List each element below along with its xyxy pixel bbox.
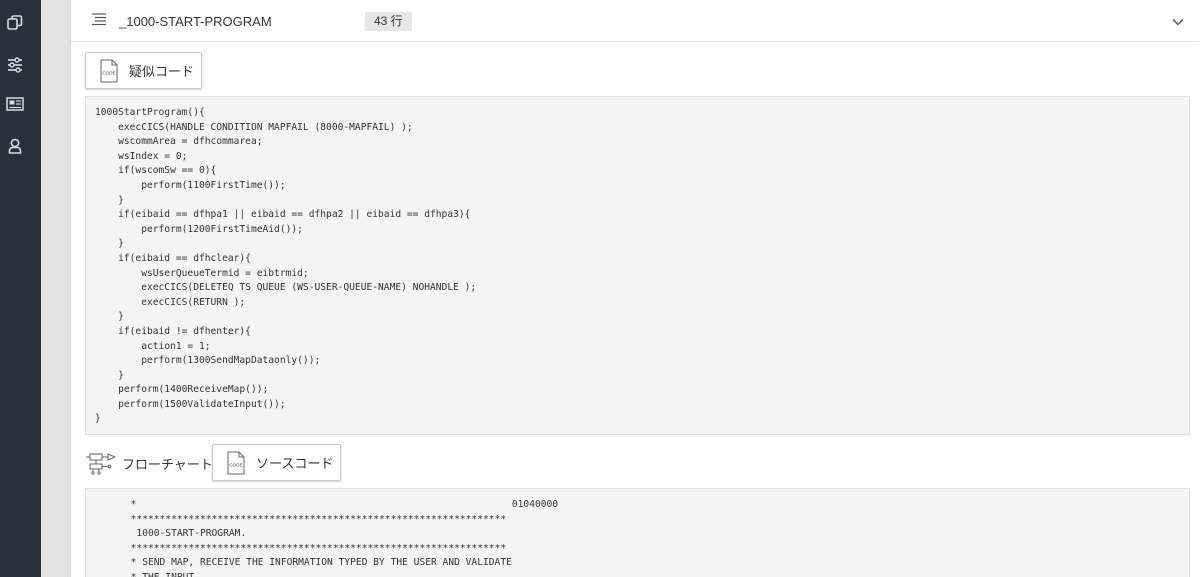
source-code-label: ソースコード [256, 457, 334, 472]
code-line: * SEND MAP, RECEIVE THE INFORMATION TYPE… [96, 557, 512, 569]
code-line: * 01040000 [96, 499, 559, 510]
code-line: * THE INPUT [96, 572, 195, 577]
code-line: 1000StartProgram(){ [95, 107, 205, 118]
code-icon-text: CODE [102, 70, 115, 75]
flowchart-icon [86, 453, 117, 475]
code-line: if(eibaid == dfhclear){ [95, 252, 251, 264]
section-title: _1000-START-PROGRAM [119, 14, 272, 29]
program-section-panel: _1000-START-PROGRAM 43 行 CODE 疑似コード 1000… [70, 0, 1200, 577]
code-line: if(wscomSw == 0){ [95, 165, 217, 177]
code-line: perform(1300SendMapDataonly()); [95, 355, 321, 367]
section-header[interactable]: _1000-START-PROGRAM 43 行 [71, 0, 1199, 42]
source-code-block: * 01040000 *****************************… [85, 488, 1190, 577]
code-line: wsUserQueueTermid = eibtrmid; [95, 267, 309, 279]
code-line: wsIndex = 0; [95, 150, 188, 162]
code-line: wscommArea = dfhcommarea; [95, 136, 263, 148]
code-line: ****************************************… [96, 513, 507, 525]
pseudo-code-button[interactable]: CODE 疑似コード [85, 52, 202, 89]
pseudo-code-text: 1000StartProgram(){ execCICS(HANDLE COND… [95, 106, 1189, 427]
line-count-badge: 43 行 [365, 12, 412, 31]
left-nav-sidebar [0, 0, 41, 577]
code-line: ****************************************… [96, 542, 507, 554]
code-line: execCICS(HANDLE CONDITION MAPFAIL (8000-… [95, 121, 413, 133]
code-line: } [95, 238, 124, 250]
flowchart-button[interactable]: フローチャート [85, 451, 213, 475]
sliders-icon[interactable] [4, 54, 26, 76]
code-line: perform(1500ValidateInput()); [95, 398, 286, 410]
chevron-down-icon[interactable] [1171, 15, 1185, 29]
code-line: perform(1400ReceiveMap()); [95, 384, 269, 396]
pseudo-code-label: 疑似コード [129, 65, 195, 80]
source-code-button[interactable]: CODE ソースコード [212, 444, 341, 481]
text-lines-icon [92, 13, 106, 26]
newspaper-icon[interactable] [4, 93, 26, 115]
code-file-icon: CODE [100, 59, 118, 82]
source-code-text: * 01040000 *****************************… [96, 498, 1189, 577]
code-line: } [95, 413, 101, 425]
code-line: 1000-START-PROGRAM. [96, 528, 247, 540]
code-icon-text: CODE [229, 462, 242, 467]
code-line: if(eibaid != dfhenter){ [95, 325, 251, 337]
flowchart-label: フローチャート [122, 457, 213, 473]
code-line: } [95, 311, 124, 323]
code-line: execCICS(DELETEQ TS QUEUE (WS-USER-QUEUE… [95, 282, 477, 294]
code-file-icon: CODE [227, 451, 245, 474]
pseudo-code-block: 1000StartProgram(){ execCICS(HANDLE COND… [85, 96, 1190, 435]
user-icon[interactable] [4, 135, 26, 157]
code-line: if(eibaid == dfhpa1 || eibaid == dfhpa2 … [95, 209, 471, 221]
code-line: action1 = 1; [95, 340, 211, 352]
code-line: execCICS(RETURN ); [95, 296, 246, 308]
code-line: perform(1100FirstTime()); [95, 179, 286, 191]
code-line: perform(1200FirstTimeAid()); [95, 223, 303, 235]
code-line: } [95, 369, 124, 381]
code-line: } [95, 194, 124, 206]
gutter-strip [41, 0, 70, 577]
copy-icon[interactable] [4, 12, 26, 34]
